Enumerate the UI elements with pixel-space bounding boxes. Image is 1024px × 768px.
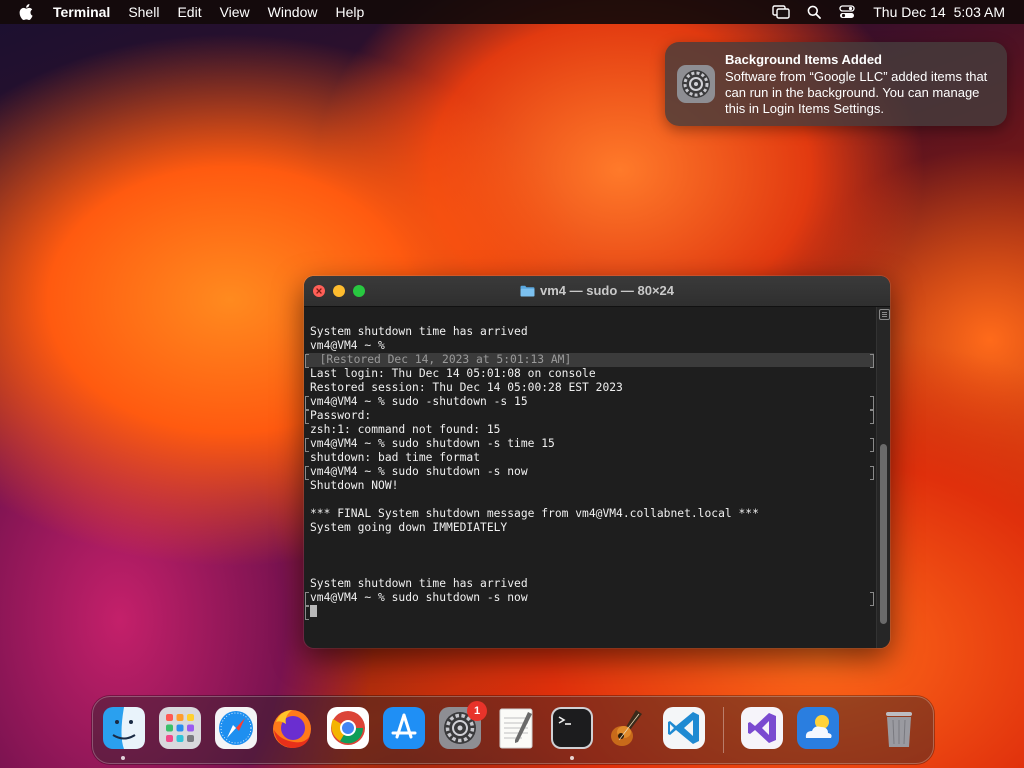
- terminal-line: System shutdown time has arrived: [310, 577, 528, 590]
- terminal-line: vm4@VM4 ~ % sudo -shutdown -s 15: [310, 395, 528, 408]
- terminal-line: zsh:1: command not found: 15: [310, 423, 501, 436]
- terminal-line: shutdown: bad time format: [310, 451, 481, 464]
- menu-help[interactable]: Help: [326, 0, 373, 24]
- dock-separator: [723, 707, 724, 753]
- instruments-icon[interactable]: [606, 706, 650, 750]
- folder-icon: [520, 285, 535, 300]
- mark-bracket: [870, 466, 874, 480]
- mark-bracket: [870, 592, 874, 606]
- safari-icon[interactable]: [214, 706, 258, 750]
- terminal-line: vm4@VM4 ~ % sudo shutdown -s now: [310, 465, 528, 478]
- terminal-prompt-line: [310, 605, 317, 619]
- running-indicator: [570, 756, 574, 760]
- terminal-line: vm4@VM4 ~ % sudo shutdown -s now: [310, 591, 528, 604]
- mark-bracket: [305, 410, 309, 424]
- notification-badge: 1: [467, 701, 487, 721]
- menu-shell[interactable]: Shell: [119, 0, 168, 24]
- firefox-icon[interactable]: [270, 706, 314, 750]
- search-icon[interactable]: [803, 0, 825, 24]
- weather-icon[interactable]: [796, 706, 840, 750]
- restored-session-line: [Restored Dec 14, 2023 at 5:01:13 AM]: [306, 353, 874, 367]
- window-title: vm4 — sudo — 80×24: [304, 283, 890, 300]
- terminal-icon[interactable]: [550, 706, 594, 750]
- system-settings-icon: [676, 64, 716, 104]
- mark-bracket: [870, 410, 874, 424]
- menu-window[interactable]: Window: [259, 0, 327, 24]
- dock: 1: [92, 696, 934, 764]
- notification-body: Software from “Google LLC” added items t…: [725, 69, 988, 116]
- terminal-line: System going down IMMEDIATELY: [310, 521, 508, 534]
- mark-bracket: [305, 592, 309, 606]
- terminal-line: System shutdown time has arrived: [310, 325, 528, 338]
- split-pane-icon[interactable]: [879, 309, 890, 320]
- terminal-output[interactable]: System shutdown time has arrived vm4@VM4…: [304, 307, 876, 648]
- scrollbar-thumb[interactable]: [880, 444, 887, 624]
- finder-icon[interactable]: [102, 706, 146, 750]
- mark-bracket: [305, 466, 309, 480]
- mark-bracket: [305, 396, 309, 410]
- text-cursor: [310, 605, 317, 617]
- terminal-line: Password:: [310, 409, 372, 422]
- terminal-line: Restored session: Thu Dec 14 05:00:28 ES…: [310, 381, 623, 394]
- menubar-time: 5:03 AM: [953, 4, 1005, 20]
- app-store-icon[interactable]: [382, 706, 426, 750]
- textedit-icon[interactable]: [494, 706, 538, 750]
- running-indicator: [121, 756, 125, 760]
- control-center-icon[interactable]: [836, 0, 858, 24]
- apple-logo-icon[interactable]: [17, 0, 35, 24]
- mark-bracket: [305, 438, 309, 452]
- mark-bracket: [305, 354, 309, 368]
- menubar-clock[interactable]: Thu Dec 14 5:03 AM: [873, 4, 1005, 20]
- trash-icon[interactable]: [877, 706, 921, 750]
- mark-bracket: [870, 354, 874, 368]
- mark-bracket: [305, 606, 309, 620]
- terminal-line: *** FINAL System shutdown message from v…: [310, 507, 759, 520]
- terminal-titlebar[interactable]: vm4 — sudo — 80×24: [304, 276, 890, 307]
- window-title-text: vm4 — sudo — 80×24: [539, 283, 675, 298]
- visual-studio-icon[interactable]: [740, 706, 784, 750]
- menu-view[interactable]: View: [211, 0, 259, 24]
- menu-edit[interactable]: Edit: [168, 0, 210, 24]
- launchpad-icon[interactable]: [158, 706, 202, 750]
- notification-title: Background Items Added: [725, 52, 882, 67]
- terminal-window[interactable]: vm4 — sudo — 80×24 System shutdown time …: [304, 276, 890, 648]
- menu-app-terminal[interactable]: Terminal: [45, 0, 119, 24]
- chrome-icon[interactable]: [326, 706, 370, 750]
- terminal-line: Shutdown NOW!: [310, 479, 399, 492]
- terminal-line: vm4@VM4 ~ % sudo shutdown -s time 15: [310, 437, 555, 450]
- mark-bracket: [870, 396, 874, 410]
- menu-bar: Terminal Shell Edit View Window Help Thu…: [0, 0, 1024, 24]
- mark-bracket: [870, 438, 874, 452]
- vscode-icon[interactable]: [662, 706, 706, 750]
- screen-mirroring-icon[interactable]: [770, 0, 792, 24]
- terminal-scrollbar[interactable]: [876, 307, 890, 648]
- notification-banner[interactable]: Background Items Added Software from “Go…: [665, 42, 1007, 126]
- terminal-line: Last login: Thu Dec 14 05:01:08 on conso…: [310, 367, 596, 380]
- menubar-date: Thu Dec 14: [873, 4, 946, 20]
- terminal-line: vm4@VM4 ~ %: [310, 339, 385, 352]
